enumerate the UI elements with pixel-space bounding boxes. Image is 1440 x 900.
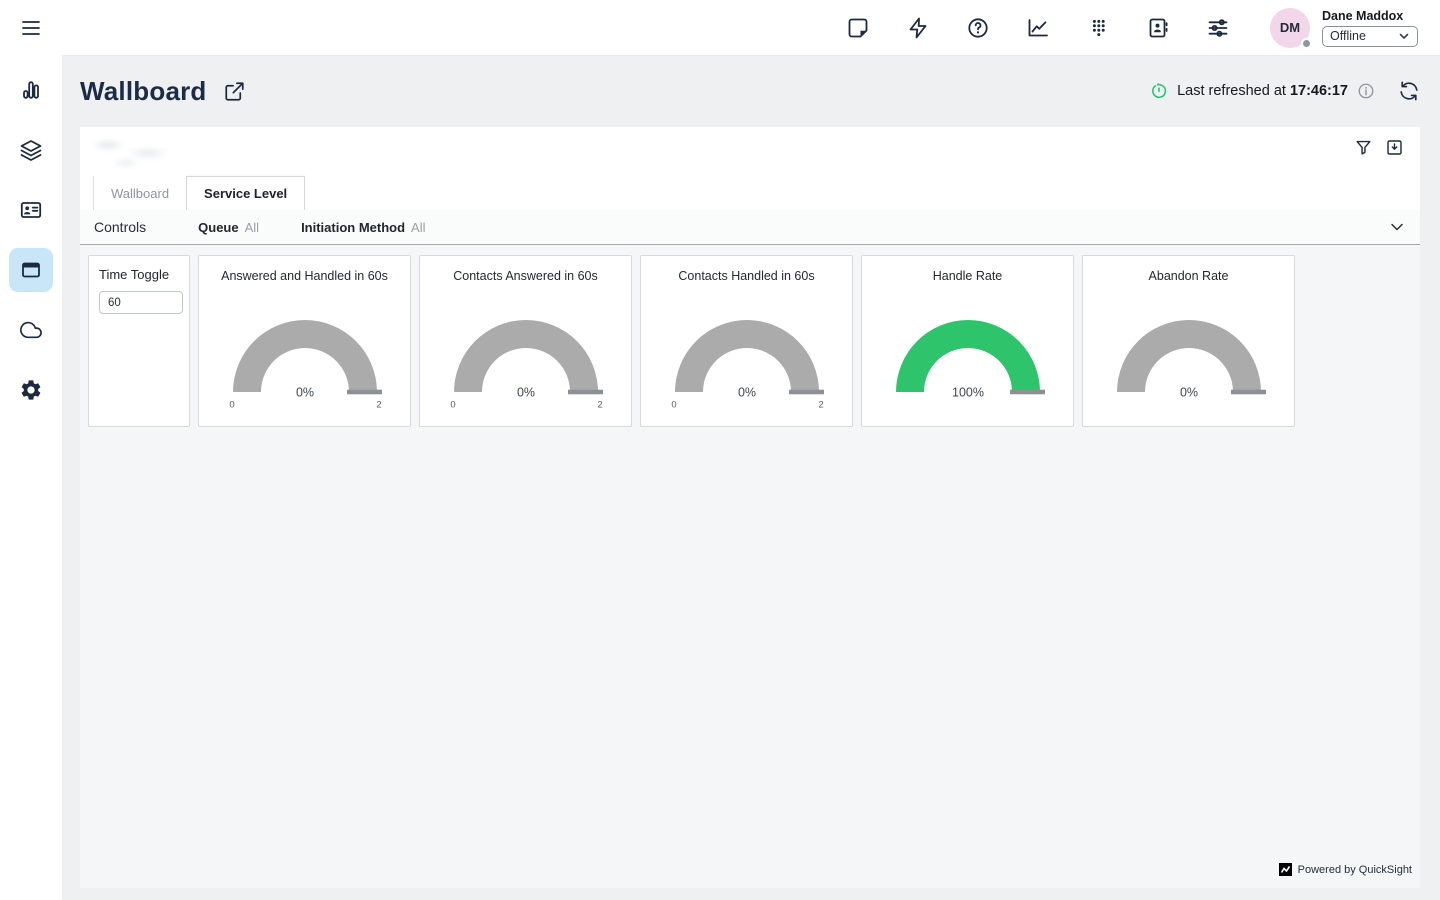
menu-icon[interactable] (19, 16, 43, 40)
topbar: DM Dane Maddox Offline (62, 0, 1440, 56)
cloud-icon[interactable] (19, 318, 43, 342)
sliders-icon[interactable] (1206, 16, 1230, 40)
download-icon[interactable] (1385, 138, 1404, 157)
svg-text:0: 0 (229, 400, 234, 411)
page-title: Wallboard (80, 76, 207, 107)
gauge-card: Answered and Handled in 60s 0% 0 2 (198, 255, 411, 427)
filter-icon[interactable] (1354, 138, 1373, 157)
sidebar (0, 0, 62, 900)
panel-toolbar (80, 127, 1420, 176)
gauge-card: Contacts Answered in 60s 0% 0 2 (419, 255, 632, 427)
gauge-title: Abandon Rate (1149, 269, 1229, 283)
info-icon[interactable] (1357, 82, 1375, 100)
powered-by-label: Powered by QuickSight (1298, 864, 1412, 876)
time-toggle-input[interactable] (99, 291, 183, 314)
time-toggle-title: Time Toggle (99, 267, 179, 282)
page-header: Wallboard Last refreshed at 17:46:17 (62, 56, 1440, 126)
last-refreshed-text: Last refreshed at 17:46:17 (1177, 83, 1348, 99)
gauge-card: Abandon Rate 0% (1082, 255, 1295, 427)
topbar-icons (846, 16, 1230, 40)
status-dropdown[interactable]: Offline (1322, 26, 1418, 47)
dialpad-icon[interactable] (1086, 16, 1110, 40)
svg-text:2: 2 (818, 400, 823, 411)
user-name: Dane Maddox (1322, 9, 1418, 23)
gauge-title: Handle Rate (933, 269, 1003, 283)
gauge-chart: 0% 0 2 (210, 295, 400, 413)
svg-text:0%: 0% (516, 386, 534, 400)
svg-text:0%: 0% (737, 386, 755, 400)
svg-text:100%: 100% (952, 386, 984, 400)
gauge-card: Contacts Handled in 60s 0% 0 2 (640, 255, 853, 427)
id-card-icon[interactable] (19, 198, 43, 222)
chevron-down-icon[interactable] (1388, 218, 1406, 236)
svg-text:2: 2 (597, 400, 602, 411)
svg-text:0: 0 (671, 400, 676, 411)
gauge-title: Contacts Handled in 60s (678, 269, 814, 283)
gauge-chart: 0% 0 2 (431, 295, 621, 413)
gauge-chart: 100% (873, 295, 1063, 413)
controls-label: Controls (94, 219, 146, 235)
svg-text:0: 0 (450, 400, 455, 411)
filter-queue[interactable]: Queue All (198, 220, 259, 235)
avatar[interactable]: DM (1270, 8, 1310, 48)
svg-text:2: 2 (376, 400, 381, 411)
filter-initiation-method[interactable]: Initiation Method All (301, 220, 425, 235)
note-icon[interactable] (846, 16, 870, 40)
user-block: Dane Maddox Offline (1322, 9, 1418, 47)
gauge-chart: 0% (1094, 295, 1284, 413)
blurred-watermark (86, 133, 216, 171)
external-link-icon[interactable] (223, 80, 246, 103)
last-refreshed-time: 17:46:17 (1290, 83, 1348, 99)
tab-service-level[interactable]: Service Level (186, 176, 305, 210)
time-toggle-card: Time Toggle (88, 255, 190, 427)
gauge-title: Contacts Answered in 60s (453, 269, 598, 283)
bar-chart-icon[interactable] (19, 78, 43, 102)
svg-text:0%: 0% (1179, 386, 1197, 400)
help-icon[interactable] (966, 16, 990, 40)
layers-icon[interactable] (19, 138, 43, 162)
gear-icon[interactable] (19, 378, 43, 402)
lightning-icon[interactable] (906, 16, 930, 40)
status-dropdown-value: Offline (1330, 29, 1366, 43)
tab-wallboard[interactable]: Wallboard (93, 176, 186, 210)
timer-icon (1150, 82, 1168, 100)
gauge-card: Handle Rate 100% (861, 255, 1074, 427)
svg-text:0%: 0% (295, 386, 313, 400)
controls-row: Controls Queue All Initiation Method All (80, 210, 1420, 245)
quicksight-logo-icon (1279, 863, 1292, 876)
quicksight-footer: Powered by QuickSight (1279, 863, 1412, 876)
status-dot (1301, 38, 1312, 49)
cards-row: Time Toggle Answered and Handled in 60s … (88, 255, 1295, 427)
dashboard-panel: Wallboard Service Level Controls Queue A… (80, 127, 1420, 888)
browser-window-icon[interactable] (19, 258, 43, 282)
refresh-icon[interactable] (1398, 80, 1420, 102)
sheet-tabs: Wallboard Service Level (80, 176, 1420, 210)
contact-card-icon[interactable] (1146, 16, 1170, 40)
line-chart-icon[interactable] (1026, 16, 1050, 40)
gauge-chart: 0% 0 2 (652, 295, 842, 413)
refresh-group: Last refreshed at 17:46:17 (1150, 80, 1420, 102)
chevron-down-icon (1398, 30, 1410, 42)
gauge-title: Answered and Handled in 60s (221, 269, 388, 283)
